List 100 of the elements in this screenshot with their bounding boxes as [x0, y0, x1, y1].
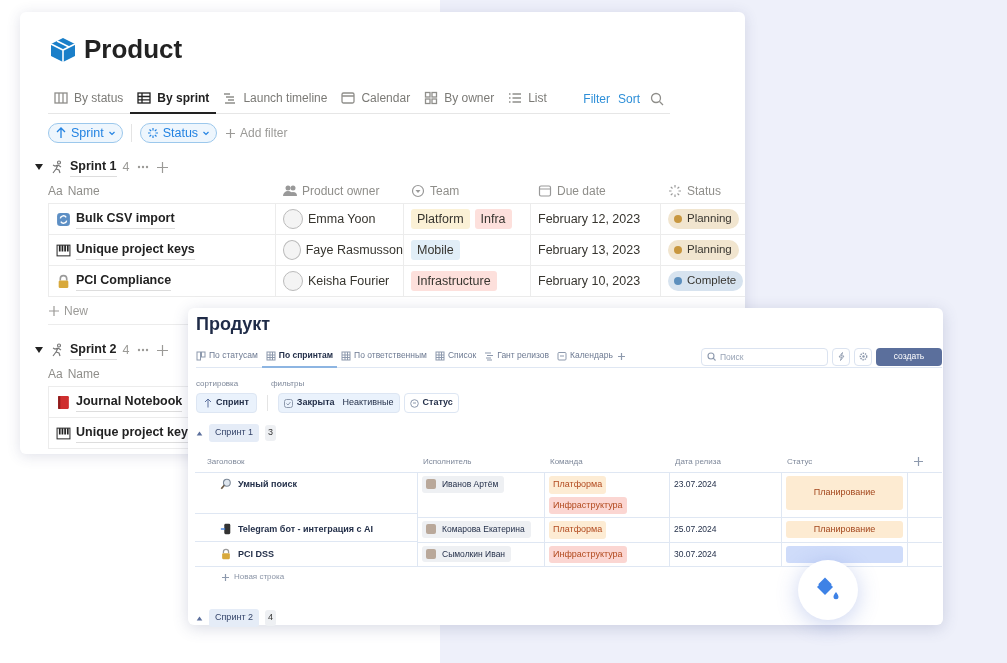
lightning-button[interactable] — [832, 347, 850, 366]
filters-label: фильтры — [271, 378, 305, 390]
avatar-icon — [283, 209, 303, 229]
search-field[interactable]: Поиск — [701, 347, 828, 366]
calendar-icon — [341, 90, 356, 105]
sort-label: сортировка — [196, 378, 240, 390]
group-count: 4 — [122, 341, 130, 359]
item-title[interactable]: Telegram бот - интеграция с AI — [238, 523, 374, 537]
column-header: Status — [687, 182, 722, 200]
search-icon[interactable] — [650, 91, 664, 106]
status-pill: Planning — [668, 240, 739, 260]
owner-name: Keisha Fourier — [308, 272, 390, 290]
filter-link[interactable]: Filter — [579, 89, 614, 108]
add-icon[interactable] — [155, 160, 169, 174]
add-icon[interactable] — [155, 343, 169, 357]
group-name[interactable]: Sprint 1 — [70, 157, 117, 177]
item-title[interactable]: Journal Notebook — [76, 392, 183, 412]
column-header: Статус — [787, 455, 813, 468]
view-tab[interactable]: Launch timeline — [216, 83, 335, 114]
new-row-button[interactable]: New — [48, 301, 88, 320]
view-tab[interactable]: By status — [48, 83, 131, 114]
field-type-marker: Aa — [48, 365, 63, 383]
avatar-icon — [283, 271, 303, 291]
filter-chip[interactable]: Закрыта Неактивные — [277, 393, 400, 413]
item-title[interactable]: Unique project key — [76, 423, 188, 443]
sort-chip[interactable]: Спринт — [196, 393, 257, 413]
group-count: 3 — [265, 425, 277, 441]
column-header: Дата релиза — [675, 455, 721, 468]
status-block: Планирование — [786, 476, 903, 510]
status-block: Планирование — [786, 521, 903, 538]
view-tab[interactable]: По спринтам — [261, 345, 338, 368]
filter-chip[interactable]: Status — [139, 123, 218, 143]
column-header: Заголовок — [207, 455, 245, 468]
circle-icon — [409, 398, 419, 408]
status-pill: Complete — [668, 271, 744, 291]
item-title[interactable]: Unique project keys — [76, 240, 195, 260]
view-tab[interactable]: By owner — [417, 83, 502, 114]
checkbox-icon — [283, 398, 293, 408]
view-tab[interactable]: Гант релизов — [480, 345, 553, 368]
runner-icon — [50, 343, 64, 357]
column-header: Исполнитель — [423, 455, 472, 468]
group-name[interactable]: Спринт 2 — [209, 609, 259, 627]
owner-name: Faye Rasmusson — [305, 241, 403, 259]
view-tab[interactable]: По ответственным — [337, 345, 431, 368]
item-title[interactable]: Bulk CSV import — [76, 209, 175, 229]
add-icon[interactable] — [48, 304, 60, 317]
team-tag: Platform — [411, 208, 470, 230]
view-tab[interactable]: List — [501, 83, 554, 114]
column-header: Product owner — [302, 182, 380, 200]
create-button[interactable]: создать — [876, 347, 942, 366]
add-icon[interactable] — [913, 456, 924, 467]
board-icon — [196, 350, 206, 361]
release-date: 30.07.2024 — [674, 547, 717, 561]
item-title[interactable]: PCI DSS — [238, 547, 274, 561]
team-tag: Инфраструктура — [549, 545, 627, 563]
team-tag: Infra — [474, 208, 512, 230]
grid-icon — [424, 90, 439, 105]
columns-icon — [54, 90, 68, 105]
view-tab[interactable]: Календарь — [553, 345, 617, 368]
gantt-icon — [484, 350, 495, 361]
sort-chip[interactable]: Sprint — [48, 123, 123, 143]
assignee-chip: Иванов Артём — [422, 476, 505, 493]
view-tab[interactable]: Calendar — [334, 83, 418, 114]
settings-button[interactable] — [854, 347, 872, 366]
item-title[interactable]: PCI Compliance — [76, 271, 172, 291]
assignee-chip: Комарова Екатерина — [422, 521, 531, 538]
add-icon[interactable] — [616, 352, 626, 361]
paint-bucket-button[interactable] — [798, 560, 858, 620]
team-tag: Платформа — [549, 476, 607, 494]
release-date: 23.07.2024 — [674, 478, 717, 491]
view-tab[interactable]: По статусам — [196, 345, 262, 368]
assignee-chip: Сымолкин Иван — [422, 545, 512, 563]
add-icon[interactable] — [221, 572, 230, 582]
calendar-icon — [538, 183, 552, 198]
sort-link[interactable]: Sort — [614, 89, 644, 108]
avatar-icon — [426, 548, 436, 559]
add-filter-button[interactable]: Add filter — [225, 124, 288, 142]
timeline-icon — [223, 90, 238, 105]
new-row-button[interactable]: Новая строка — [221, 571, 285, 583]
view-tab[interactable]: By sprint — [130, 83, 217, 114]
add-icon[interactable] — [225, 127, 237, 139]
view-tab[interactable]: Список — [430, 345, 481, 368]
piano-icon — [56, 242, 71, 258]
filter-chip[interactable]: Статус — [403, 393, 459, 413]
caret-icon[interactable] — [34, 345, 44, 355]
status-icon — [668, 183, 682, 198]
caret-icon[interactable] — [34, 162, 44, 172]
due-date: February 13, 2023 — [538, 241, 641, 259]
group-name[interactable]: Спринт 1 — [209, 424, 259, 442]
status-icon — [146, 127, 159, 139]
column-header: Name — [67, 182, 100, 200]
table-icon — [341, 350, 352, 361]
item-title[interactable]: Умный поиск — [238, 478, 297, 492]
group-count: 4 — [265, 610, 277, 626]
column-header: Due date — [557, 182, 606, 200]
table-icon — [137, 90, 152, 105]
piano-icon — [56, 425, 71, 441]
group-name[interactable]: Sprint 2 — [70, 340, 117, 360]
magnifier-icon — [220, 478, 232, 490]
team-tag: Infrastructure — [411, 270, 497, 292]
